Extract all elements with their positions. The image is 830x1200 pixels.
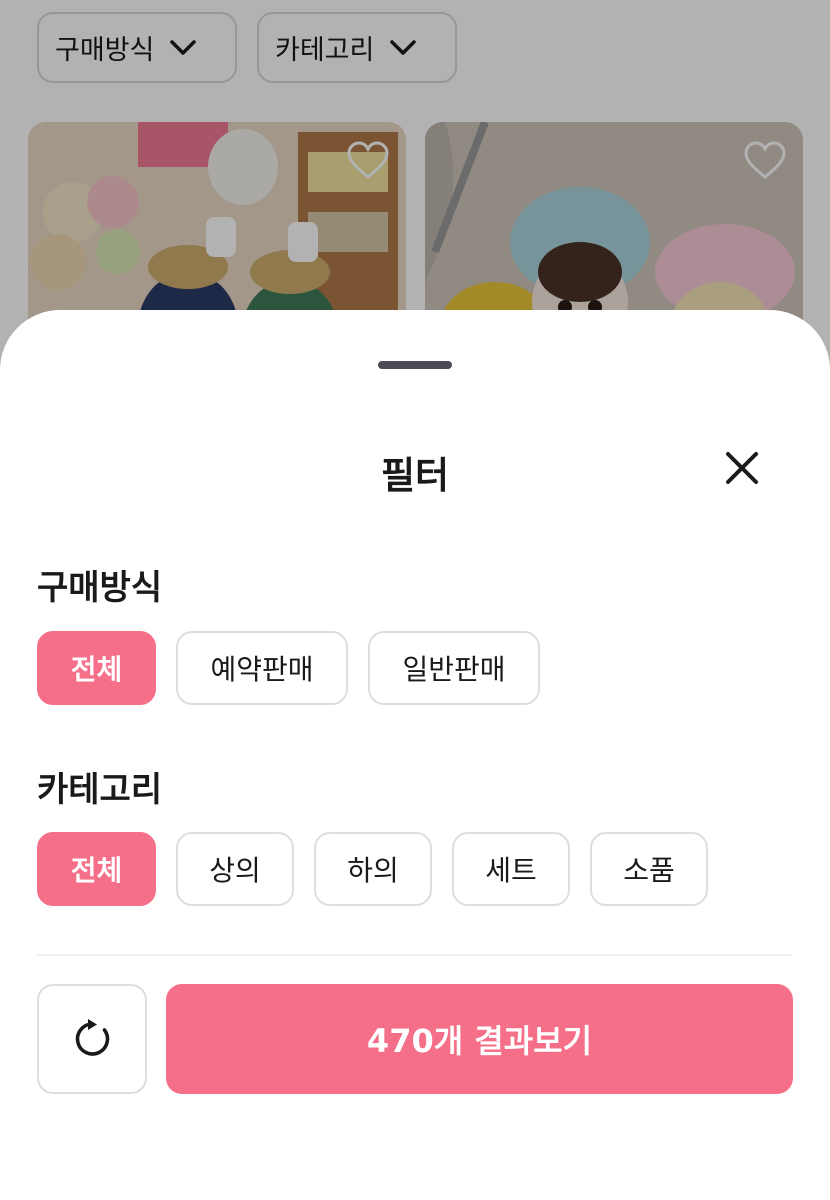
- close-icon[interactable]: [722, 448, 762, 488]
- section-title-category: 카테고리: [37, 770, 163, 810]
- purchase-type-options: 전체 예약판매 일반판매: [37, 631, 540, 705]
- chip-purchase-preorder[interactable]: 예약판매: [176, 631, 348, 705]
- sheet-drag-handle[interactable]: [378, 361, 452, 369]
- chip-category-set[interactable]: 세트: [452, 832, 570, 906]
- reset-button[interactable]: [37, 984, 147, 1094]
- divider: [37, 954, 793, 956]
- category-options: 전체 상의 하의 세트 소품: [37, 832, 708, 906]
- chip-category-bottom[interactable]: 하의: [314, 832, 432, 906]
- chip-purchase-all[interactable]: 전체: [37, 631, 156, 705]
- chip-category-top[interactable]: 상의: [176, 832, 294, 906]
- chip-category-all[interactable]: 전체: [37, 832, 156, 906]
- chip-category-accessory[interactable]: 소품: [590, 832, 708, 906]
- refresh-icon: [75, 1019, 110, 1056]
- filter-bottom-sheet: 필터 구매방식 전체 예약판매 일반판매 카테고리 전체 상의 하의 세트 소품…: [0, 310, 830, 1200]
- sheet-title: 필터: [380, 454, 450, 497]
- chip-purchase-regular[interactable]: 일반판매: [368, 631, 540, 705]
- section-title-purchase-type: 구매방식: [37, 568, 163, 608]
- show-results-button[interactable]: 470개 결과보기: [166, 984, 793, 1094]
